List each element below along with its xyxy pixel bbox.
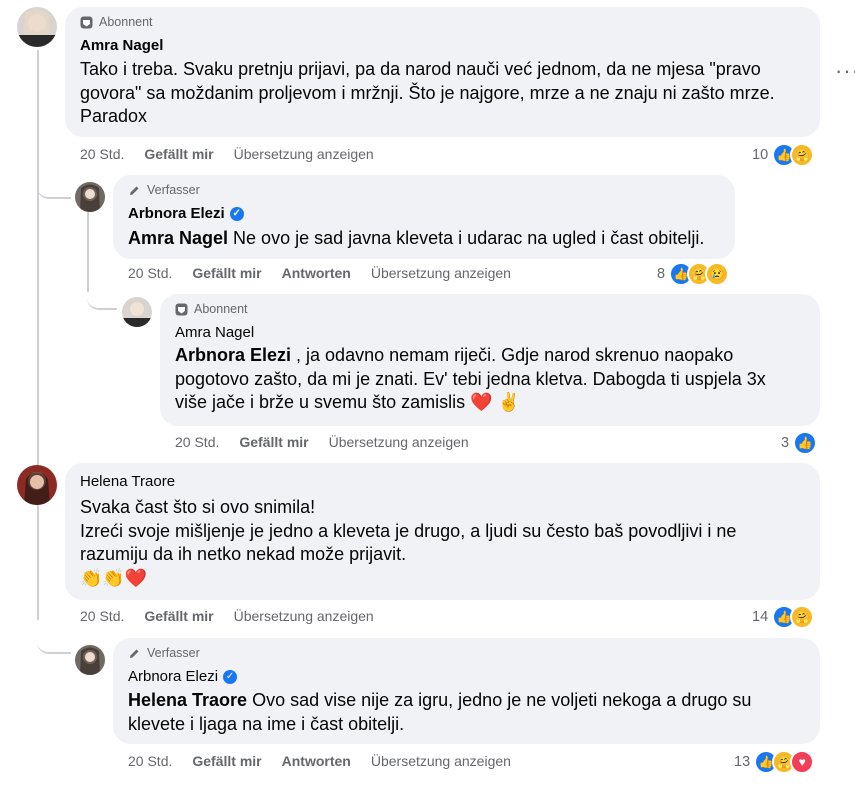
- reaction-count: 13: [734, 754, 751, 770]
- reply-button[interactable]: Antworten: [282, 265, 351, 281]
- thread-line: [37, 50, 39, 620]
- avatar[interactable]: [75, 182, 105, 212]
- reaction-count: 10: [752, 147, 769, 163]
- like-button[interactable]: Gefällt mir: [144, 608, 213, 624]
- care-icon: 🤗: [790, 143, 815, 167]
- like-button[interactable]: Gefällt mir: [239, 434, 308, 450]
- avatar-photo-icon: [17, 465, 57, 505]
- verified-icon: ✓: [223, 669, 238, 684]
- avatar-photo-icon: [75, 645, 105, 675]
- reaction-summary[interactable]: 10 👍 🤗: [752, 143, 815, 167]
- comment-text: Amra Nagel Ne ovo je sad javna kleveta i…: [128, 227, 704, 251]
- author-name[interactable]: Helena Traore: [80, 473, 175, 490]
- timestamp[interactable]: 20 Std.: [128, 753, 172, 769]
- thread-branch: [37, 165, 71, 199]
- subscriber-badge: Abonnent: [175, 302, 248, 316]
- avatar[interactable]: [17, 7, 57, 47]
- mention-link[interactable]: Helena Traore: [128, 690, 247, 710]
- reaction-summary[interactable]: 13 👍 🤗 ♥: [734, 750, 815, 774]
- author-name[interactable]: Arbnora Elezi: [128, 205, 225, 222]
- translate-button[interactable]: Übersetzung anzeigen: [329, 434, 469, 450]
- badge-label: Verfasser: [147, 183, 200, 197]
- translate-button[interactable]: Übersetzung anzeigen: [234, 608, 374, 624]
- more-options-icon[interactable]: ···: [835, 58, 855, 84]
- like-button[interactable]: Gefällt mir: [144, 146, 213, 162]
- pencil-icon: [130, 186, 139, 195]
- love-icon: ♥: [790, 750, 815, 774]
- comment-actions: 20 Std. Gefällt mir Antworten Übersetzun…: [128, 265, 531, 281]
- comment-author[interactable]: Helena Traore: [80, 473, 175, 490]
- author-badge: Verfasser: [128, 646, 200, 660]
- reaction-summary[interactable]: 8 👍 🤗 😢: [657, 262, 730, 286]
- comment-author[interactable]: Arbnora Elezi ✓: [128, 668, 238, 685]
- reaction-count: 14: [752, 609, 769, 625]
- timestamp[interactable]: 20 Std.: [128, 265, 172, 281]
- comment-actions: 20 Std. Gefällt mir Übersetzung anzeigen: [175, 434, 489, 450]
- badge-label: Abonnent: [194, 302, 248, 316]
- badge-label: Abonnent: [99, 15, 153, 29]
- reaction-summary[interactable]: 3 👍: [781, 431, 818, 455]
- comment-text: Helena Traore Ovo sad vise nije za igru,…: [128, 689, 751, 736]
- reaction-count: 8: [657, 266, 666, 282]
- avatar[interactable]: [122, 297, 152, 327]
- comment-body: Ne ovo je sad javna kleveta i udarac na …: [228, 228, 705, 248]
- like-button[interactable]: Gefällt mir: [192, 265, 261, 281]
- translate-button[interactable]: Übersetzung anzeigen: [234, 146, 374, 162]
- subscriber-badge-icon: [80, 16, 93, 28]
- mention-link[interactable]: Arbnora Elezi: [175, 345, 291, 365]
- avatar[interactable]: [75, 645, 105, 675]
- reply-button[interactable]: Antworten: [282, 753, 351, 769]
- comment-actions: 20 Std. Gefällt mir Übersetzung anzeigen: [80, 146, 394, 162]
- comment-text: Arbnora Elezi , ja odavno nemam riječi. …: [175, 344, 766, 415]
- avatar-photo-icon: [75, 182, 105, 212]
- comment-author[interactable]: Amra Nagel: [175, 324, 254, 341]
- verified-icon: ✓: [229, 206, 244, 221]
- comment-author[interactable]: Arbnora Elezi ✓: [128, 205, 244, 222]
- care-icon: 🤗: [790, 605, 815, 629]
- sad-icon: 😢: [705, 262, 730, 286]
- pencil-icon: [130, 649, 139, 658]
- mention-link[interactable]: Amra Nagel: [128, 228, 228, 248]
- thread-branch: [37, 620, 71, 654]
- reaction-count: 3: [781, 435, 790, 451]
- translate-button[interactable]: Übersetzung anzeigen: [371, 265, 511, 281]
- avatar[interactable]: [17, 465, 57, 505]
- author-name[interactable]: Amra Nagel: [175, 324, 254, 341]
- author-badge: Verfasser: [128, 183, 200, 197]
- timestamp[interactable]: 20 Std.: [80, 608, 124, 624]
- author-name[interactable]: Arbnora Elezi: [128, 668, 218, 685]
- badge-label: Verfasser: [147, 646, 200, 660]
- comment-text: Svaka čast što si ovo snimila! Izreći sv…: [80, 497, 737, 588]
- comment-actions: 20 Std. Gefällt mir Übersetzung anzeigen: [80, 608, 394, 624]
- thread-branch: [87, 280, 117, 310]
- avatar-photo-icon: [122, 297, 152, 327]
- author-name[interactable]: Amra Nagel: [80, 37, 163, 54]
- subscriber-badge-icon: [175, 303, 188, 315]
- timestamp[interactable]: 20 Std.: [80, 146, 124, 162]
- like-icon: 👍: [793, 431, 818, 455]
- avatar-photo-icon: [17, 7, 57, 47]
- comment-text: Tako i treba. Svaku pretnju prijavi, pa …: [80, 59, 775, 126]
- timestamp[interactable]: 20 Std.: [175, 434, 219, 450]
- like-button[interactable]: Gefällt mir: [192, 753, 261, 769]
- subscriber-badge: Abonnent: [80, 15, 153, 29]
- translate-button[interactable]: Übersetzung anzeigen: [371, 753, 511, 769]
- comment-actions: 20 Std. Gefällt mir Antworten Übersetzun…: [128, 753, 531, 769]
- reaction-summary[interactable]: 14 👍 🤗: [752, 605, 815, 629]
- comment-author[interactable]: Amra Nagel: [80, 37, 163, 54]
